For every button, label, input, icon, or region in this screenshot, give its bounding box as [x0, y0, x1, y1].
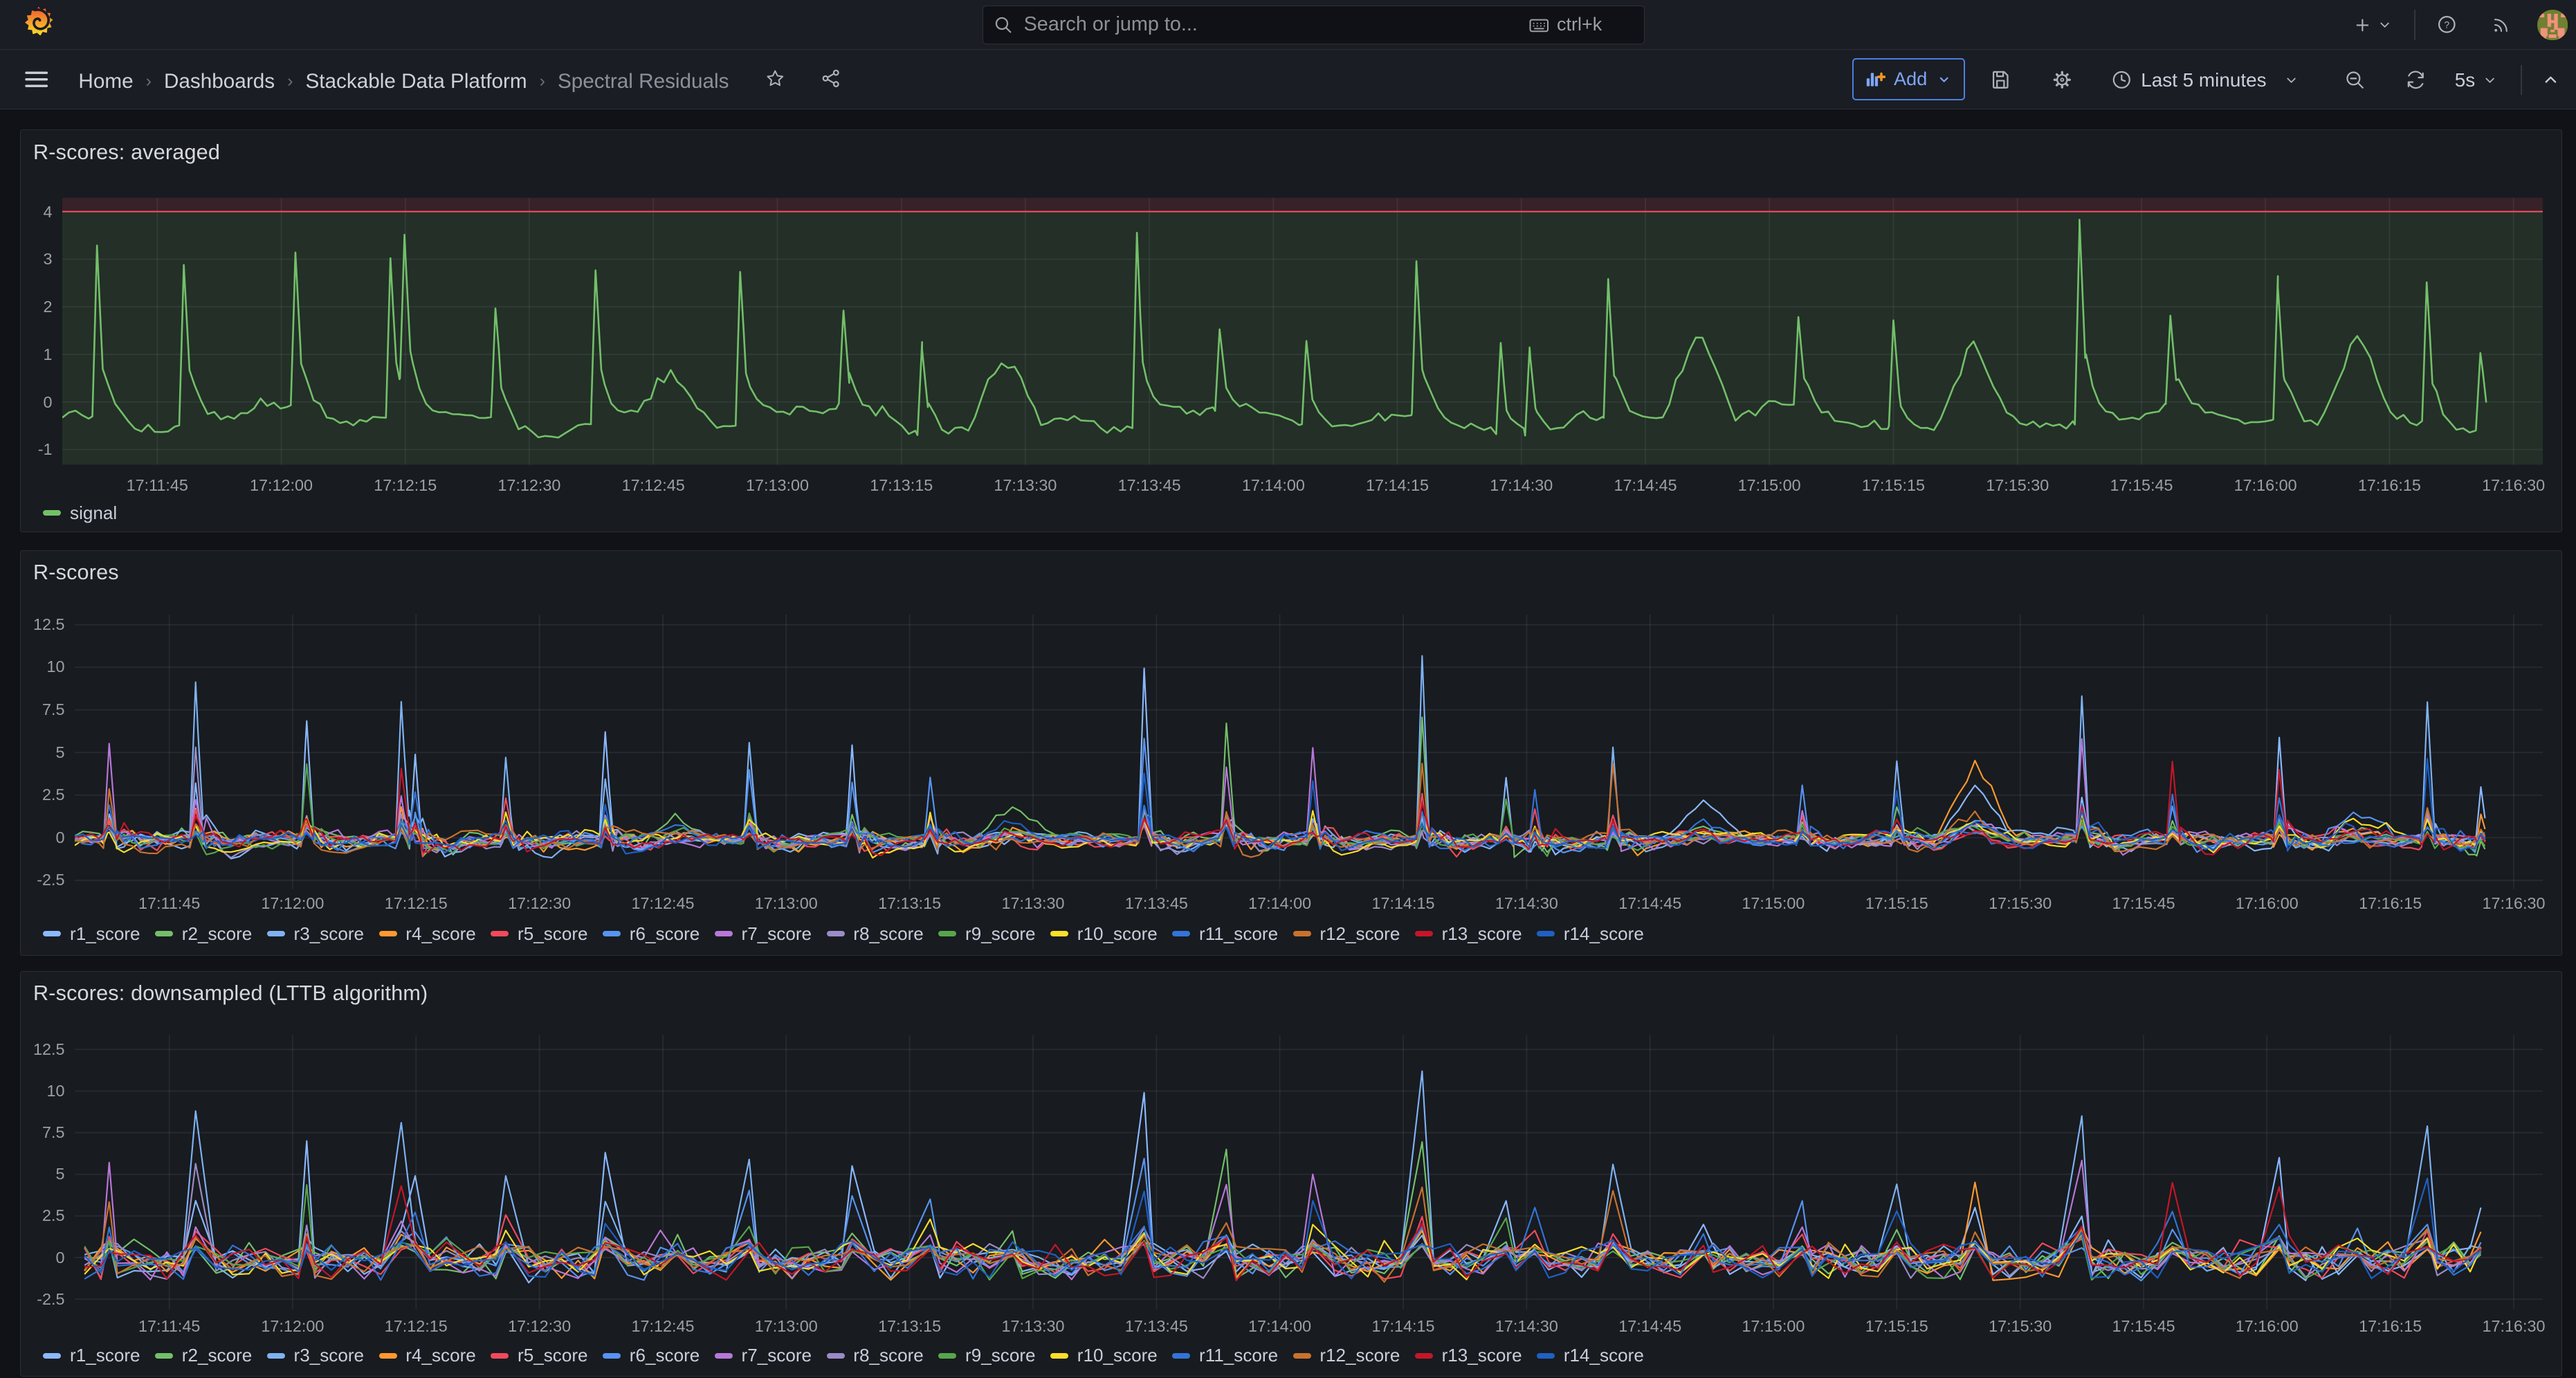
svg-text:?: ? [2444, 19, 2449, 30]
